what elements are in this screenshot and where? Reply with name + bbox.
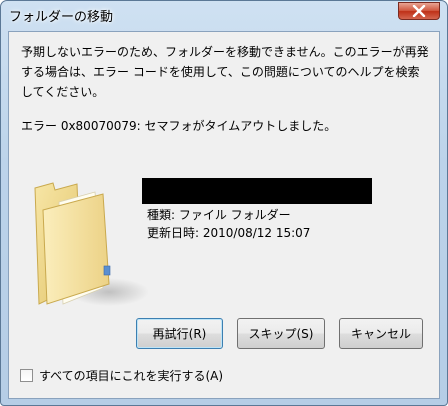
error-message: 予期しないエラーのため、フォルダーを移動できません。このエラーが再発する場合は、… (21, 45, 429, 99)
error-code-line: エラー 0x80070079: セマフォがタイムアウトしました。 (21, 119, 337, 133)
cancel-button[interactable]: キャンセル (339, 318, 423, 349)
skip-button[interactable]: スキップ(S) (237, 318, 325, 349)
apply-to-all-checkbox[interactable] (20, 369, 33, 382)
apply-to-all-label: すべての項目にこれを実行する(A) (39, 369, 224, 383)
item-type: 種類: ファイル フォルダー (147, 208, 291, 222)
redacted-folder-name (142, 178, 372, 204)
item-modified-date: 更新日時: 2010/08/12 15:07 (147, 226, 311, 240)
item-details: 種類: ファイル フォルダー 更新日時: 2010/08/12 15:07 (147, 206, 310, 242)
window-title: フォルダーの移動 (9, 10, 114, 25)
dialog-window: フォルダーの移動 予期しないエラーのため、フォルダーを移動できません。このエラー… (0, 0, 448, 406)
close-icon (412, 5, 426, 17)
title-bar[interactable]: フォルダーの移動 (1, 1, 447, 31)
apply-to-all-row[interactable]: すべての項目にこれを実行する(A) (20, 367, 223, 384)
retry-button[interactable]: 再試行(R) (136, 318, 223, 349)
close-button[interactable] (398, 2, 440, 20)
folder-icon (34, 182, 149, 306)
dialog-body: 予期しないエラーのため、フォルダーを移動できません。このエラーが再発する場合は、… (8, 31, 440, 399)
